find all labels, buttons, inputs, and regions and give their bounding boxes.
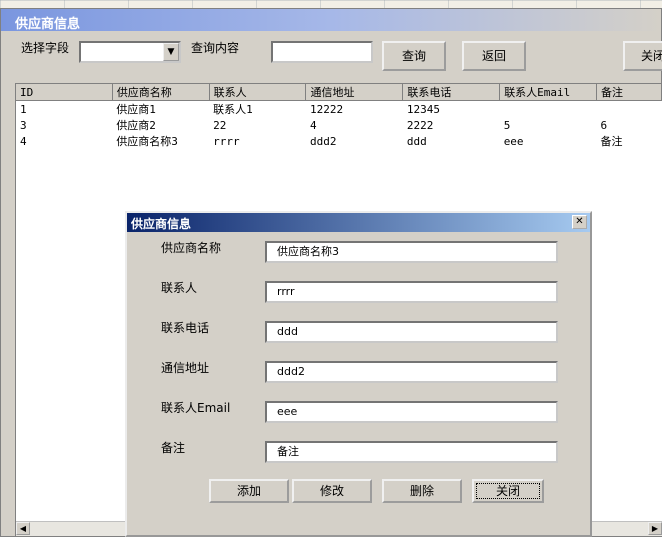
supplier-name-field[interactable]: 供应商名称3 (265, 241, 558, 263)
remark-field[interactable]: 备注 (265, 441, 558, 463)
column-header[interactable]: 联系电话 (402, 84, 501, 101)
table-cell[interactable]: eee (500, 133, 597, 149)
table-cell[interactable]: 3 (16, 117, 112, 133)
supplier-name-label: 供应商名称 (161, 241, 222, 255)
table-cell[interactable]: 1 (16, 101, 112, 118)
table-cell[interactable]: 22 (209, 117, 306, 133)
table-cell[interactable]: 供应商2 (112, 117, 209, 133)
query-label: 查询内容 (191, 41, 240, 55)
table-row[interactable]: 4 供应商名称3 rrrr ddd2 ddd eee 备注 (16, 133, 662, 149)
supplier-dialog: 供应商信息 ✕ 供应商名称 供应商名称3 联系人 rrrr 联系电话 ddd 通… (125, 211, 592, 537)
dialog-close-button[interactable]: 关闭 (472, 479, 544, 503)
scroll-right-icon[interactable]: ▶ (648, 522, 662, 535)
delete-button[interactable]: 删除 (382, 479, 462, 503)
field-select-label: 选择字段 (21, 41, 70, 55)
column-header[interactable]: 联系人 (209, 84, 307, 101)
table-cell[interactable]: 联系人1 (209, 101, 306, 118)
dialog-title: 供应商信息 (131, 217, 192, 231)
close-icon[interactable]: ✕ (572, 215, 587, 229)
table-cell[interactable]: 4 (306, 117, 403, 133)
table-cell[interactable]: 4 (16, 133, 112, 149)
table-cell[interactable]: 备注 (597, 133, 662, 149)
window-title-bar: 供应商信息 (1, 9, 661, 32)
address-label: 通信地址 (161, 361, 210, 375)
table-cell[interactable] (597, 101, 662, 118)
table-cell[interactable]: 6 (597, 117, 662, 133)
table-cell[interactable]: 供应商名称3 (112, 133, 209, 149)
email-label: 联系人Email (161, 401, 231, 415)
column-header[interactable]: ID (16, 84, 113, 101)
add-button[interactable]: 添加 (209, 479, 289, 503)
dialog-title-bar[interactable]: 供应商信息 ✕ (127, 213, 590, 232)
address-field[interactable]: ddd2 (265, 361, 558, 383)
table-row[interactable]: 1 供应商1 联系人1 12222 12345 (16, 101, 662, 118)
search-button[interactable]: 查询 (382, 41, 446, 71)
contact-label: 联系人 (161, 281, 198, 295)
column-header[interactable]: 备注 (596, 84, 662, 101)
chevron-down-icon[interactable]: ▼ (163, 43, 179, 61)
table-cell[interactable]: 2222 (403, 117, 500, 133)
query-input[interactable] (271, 41, 373, 63)
scroll-left-icon[interactable]: ◀ (16, 522, 30, 535)
back-button[interactable]: 返回 (462, 41, 526, 71)
phone-label: 联系电话 (161, 321, 210, 335)
column-header[interactable]: 供应商名称 (112, 84, 210, 101)
table-cell[interactable] (500, 101, 597, 118)
contact-field[interactable]: rrrr (265, 281, 558, 303)
column-header[interactable]: 通信地址 (305, 84, 404, 101)
grid-header-row: ID 供应商名称 联系人 通信地址 联系电话 联系人Email 备注 (16, 84, 662, 101)
field-select[interactable]: ▼ (79, 41, 181, 63)
edit-button[interactable]: 修改 (292, 479, 372, 503)
table-cell[interactable]: 5 (500, 117, 597, 133)
table-cell[interactable]: rrrr (209, 133, 306, 149)
table-cell[interactable]: 12345 (403, 101, 500, 118)
remark-label: 备注 (161, 441, 186, 455)
table-cell[interactable]: ddd2 (306, 133, 403, 149)
table-cell[interactable]: 12222 (306, 101, 403, 118)
table-cell[interactable]: ddd (403, 133, 500, 149)
phone-field[interactable]: ddd (265, 321, 558, 343)
close-button[interactable]: 关闭 (623, 41, 662, 71)
email-field[interactable]: eee (265, 401, 558, 423)
table-row[interactable]: 3 供应商2 22 4 2222 5 6 (16, 117, 662, 133)
window-title: 供应商信息 (15, 17, 81, 32)
column-header[interactable]: 联系人Email (499, 84, 598, 101)
table-cell[interactable]: 供应商1 (112, 101, 209, 118)
